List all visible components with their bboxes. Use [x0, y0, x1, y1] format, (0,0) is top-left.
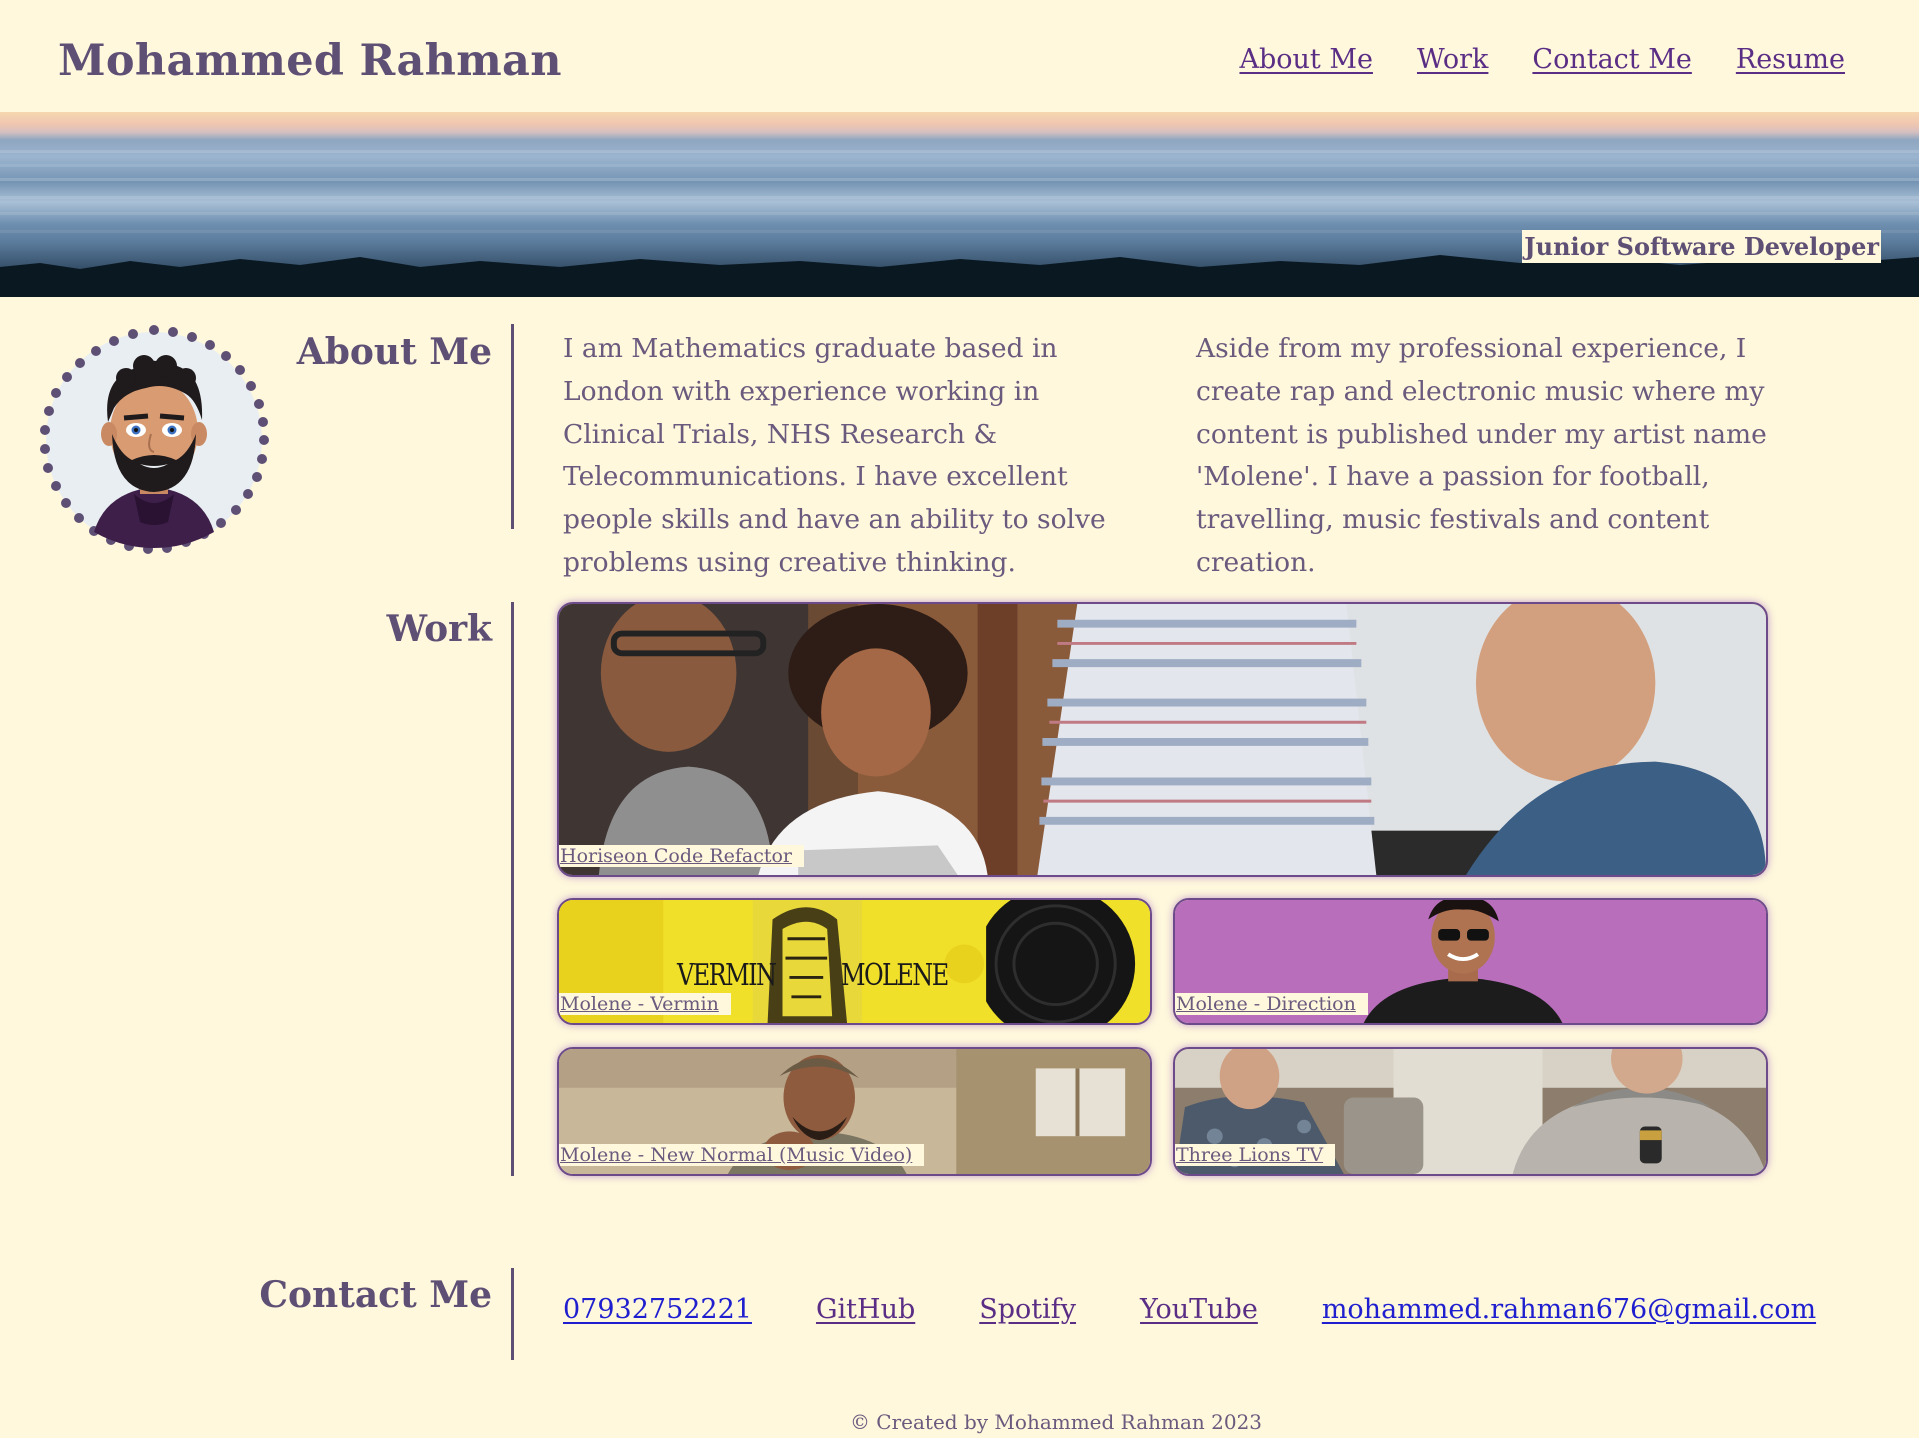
about-divider [511, 324, 514, 529]
work-card-label[interactable]: Three Lions TV [1175, 1144, 1336, 1166]
contact-heading: Contact Me [259, 1274, 492, 1316]
site-title: Mohammed Rahman [58, 36, 562, 86]
about-text-professional: I am Mathematics graduate based in Londo… [563, 333, 1106, 578]
nav-link-contact[interactable]: Contact Me [1532, 44, 1691, 75]
work-card-label[interactable]: Molene - Direction [1175, 993, 1368, 1015]
work-card-three-lions[interactable]: Three Lions TV [1173, 1047, 1768, 1176]
hero-tagline: Junior Software Developer [1522, 230, 1881, 263]
github-link[interactable]: GitHub [816, 1294, 915, 1325]
vermin-art-text-right: MOLENE [841, 958, 949, 993]
work-heading: Work [386, 608, 492, 650]
spotify-link[interactable]: Spotify [979, 1294, 1076, 1325]
about-text-personal: Aside from my professional experience, I… [1196, 333, 1767, 578]
nav-link-work[interactable]: Work [1417, 44, 1488, 75]
vermin-art-text-left: VERMIN [677, 958, 777, 993]
site-header: Mohammed Rahman About Me Work Contact Me… [0, 0, 1919, 112]
contact-divider [511, 1268, 514, 1360]
contact-links: 07932752221 GitHub Spotify YouTube moham… [563, 1294, 1816, 1325]
work-divider [511, 602, 514, 1176]
phone-link[interactable]: 07932752221 [563, 1294, 752, 1325]
footer-copyright: © Created by Mohammed Rahman 2023 [849, 1410, 1263, 1434]
nav-link-about[interactable]: About Me [1239, 44, 1372, 75]
nav-link-resume[interactable]: Resume [1736, 44, 1845, 75]
email-link[interactable]: mohammed.rahman676@gmail.com [1322, 1294, 1816, 1325]
work-card-label[interactable]: Molene - New Normal (Music Video) [559, 1144, 925, 1166]
work-card-new-normal[interactable]: Molene - New Normal (Music Video) [557, 1047, 1152, 1176]
work-card-direction[interactable]: Molene - Direction [1173, 898, 1768, 1025]
work-card-label[interactable]: Horiseon Code Refactor [559, 845, 805, 867]
work-card-vermin[interactable]: VERMIN MOLENE Molene - Vermin [557, 898, 1152, 1025]
horiseon-team-photo [559, 604, 1766, 875]
work-card-horiseon[interactable]: Horiseon Code Refactor [557, 602, 1768, 877]
work-card-label[interactable]: Molene - Vermin [559, 993, 731, 1015]
main-nav: About Me Work Contact Me Resume [1239, 44, 1845, 75]
youtube-link[interactable]: YouTube [1140, 1294, 1258, 1325]
hero-banner: Junior Software Developer [0, 112, 1919, 297]
about-heading: About Me [296, 331, 492, 373]
